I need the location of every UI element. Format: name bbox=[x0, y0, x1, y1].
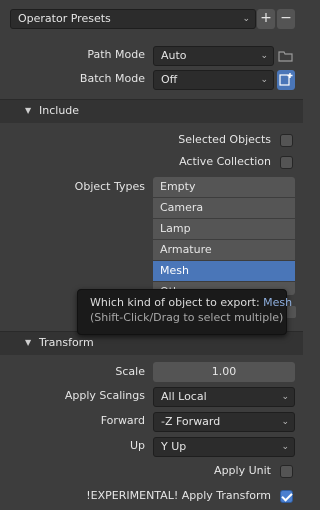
selected-objects-checkbox[interactable] bbox=[280, 134, 293, 147]
apply-unit-label: Apply Unit bbox=[214, 464, 271, 477]
folder-icon[interactable] bbox=[278, 49, 293, 63]
forward-dropdown[interactable]: -Z Forward ⌄ bbox=[153, 412, 295, 432]
object-type-empty[interactable]: Empty bbox=[153, 177, 295, 198]
triangle-down-icon: ▼ bbox=[25, 106, 32, 115]
chevron-down-icon: ⌄ bbox=[260, 51, 268, 61]
include-header-label: Include bbox=[39, 104, 80, 117]
batch-mode-label: Batch Mode bbox=[79, 72, 145, 85]
plus-icon: + bbox=[260, 10, 272, 26]
tooltip-hint: (Shift-Click/Drag to select multiple) bbox=[90, 311, 284, 324]
chevron-down-icon: ⌄ bbox=[281, 417, 289, 427]
minus-icon: − bbox=[280, 10, 292, 26]
apply-unit-checkbox[interactable] bbox=[280, 465, 293, 478]
object-types-list: Empty Camera Lamp Armature Mesh Other bbox=[153, 177, 295, 295]
object-type-camera[interactable]: Camera bbox=[153, 198, 295, 219]
batch-mode-value: Off bbox=[161, 73, 178, 86]
forward-value: -Z Forward bbox=[161, 415, 221, 428]
object-type-armature[interactable]: Armature bbox=[153, 240, 295, 261]
add-preset-button[interactable]: + bbox=[257, 9, 275, 29]
collection-add-icon[interactable] bbox=[277, 70, 295, 90]
up-label: Up bbox=[129, 439, 145, 452]
apply-scalings-value: All Local bbox=[161, 390, 207, 403]
remove-preset-button[interactable]: − bbox=[277, 9, 295, 29]
batch-mode-dropdown[interactable]: Off ⌄ bbox=[153, 70, 274, 90]
scale-label: Scale bbox=[115, 365, 145, 378]
triangle-down-icon: ▼ bbox=[25, 338, 32, 347]
scale-field[interactable]: 1.00 bbox=[153, 362, 295, 382]
include-panel-header[interactable]: ▼ Include bbox=[0, 99, 303, 123]
path-mode-label: Path Mode bbox=[87, 48, 145, 61]
chevron-down-icon: ⌄ bbox=[281, 442, 289, 452]
chevron-down-icon: ⌄ bbox=[242, 14, 250, 24]
object-types-tooltip: Which kind of object to export: Mesh (Sh… bbox=[77, 289, 292, 335]
up-dropdown[interactable]: Y Up ⌄ bbox=[153, 437, 295, 457]
path-mode-value: Auto bbox=[161, 49, 187, 62]
path-mode-dropdown[interactable]: Auto ⌄ bbox=[153, 46, 274, 66]
chevron-down-icon: ⌄ bbox=[260, 75, 268, 85]
up-value: Y Up bbox=[161, 440, 187, 453]
object-type-lamp[interactable]: Lamp bbox=[153, 219, 295, 240]
apply-transform-label: !EXPERIMENTAL! Apply Transform bbox=[86, 489, 271, 502]
operator-presets-label: Operator Presets bbox=[18, 12, 111, 25]
chevron-down-icon: ⌄ bbox=[281, 392, 289, 402]
active-collection-label: Active Collection bbox=[179, 155, 271, 168]
operator-presets-dropdown[interactable]: Operator Presets ⌄ bbox=[10, 9, 256, 29]
active-collection-checkbox[interactable] bbox=[280, 156, 293, 169]
object-type-mesh[interactable]: Mesh bbox=[153, 261, 295, 282]
forward-label: Forward bbox=[100, 414, 145, 427]
apply-scalings-label: Apply Scalings bbox=[64, 389, 145, 402]
tooltip-value: Mesh bbox=[263, 296, 293, 309]
object-types-label: Object Types bbox=[74, 180, 145, 193]
apply-transform-checkbox[interactable] bbox=[280, 490, 293, 503]
apply-scalings-dropdown[interactable]: All Local ⌄ bbox=[153, 387, 295, 407]
selected-objects-label: Selected Objects bbox=[178, 133, 271, 146]
tooltip-text: Which kind of object to export: bbox=[90, 296, 260, 309]
tooltip-line-1: Which kind of object to export: Mesh bbox=[90, 295, 292, 310]
transform-header-label: Transform bbox=[39, 336, 94, 349]
